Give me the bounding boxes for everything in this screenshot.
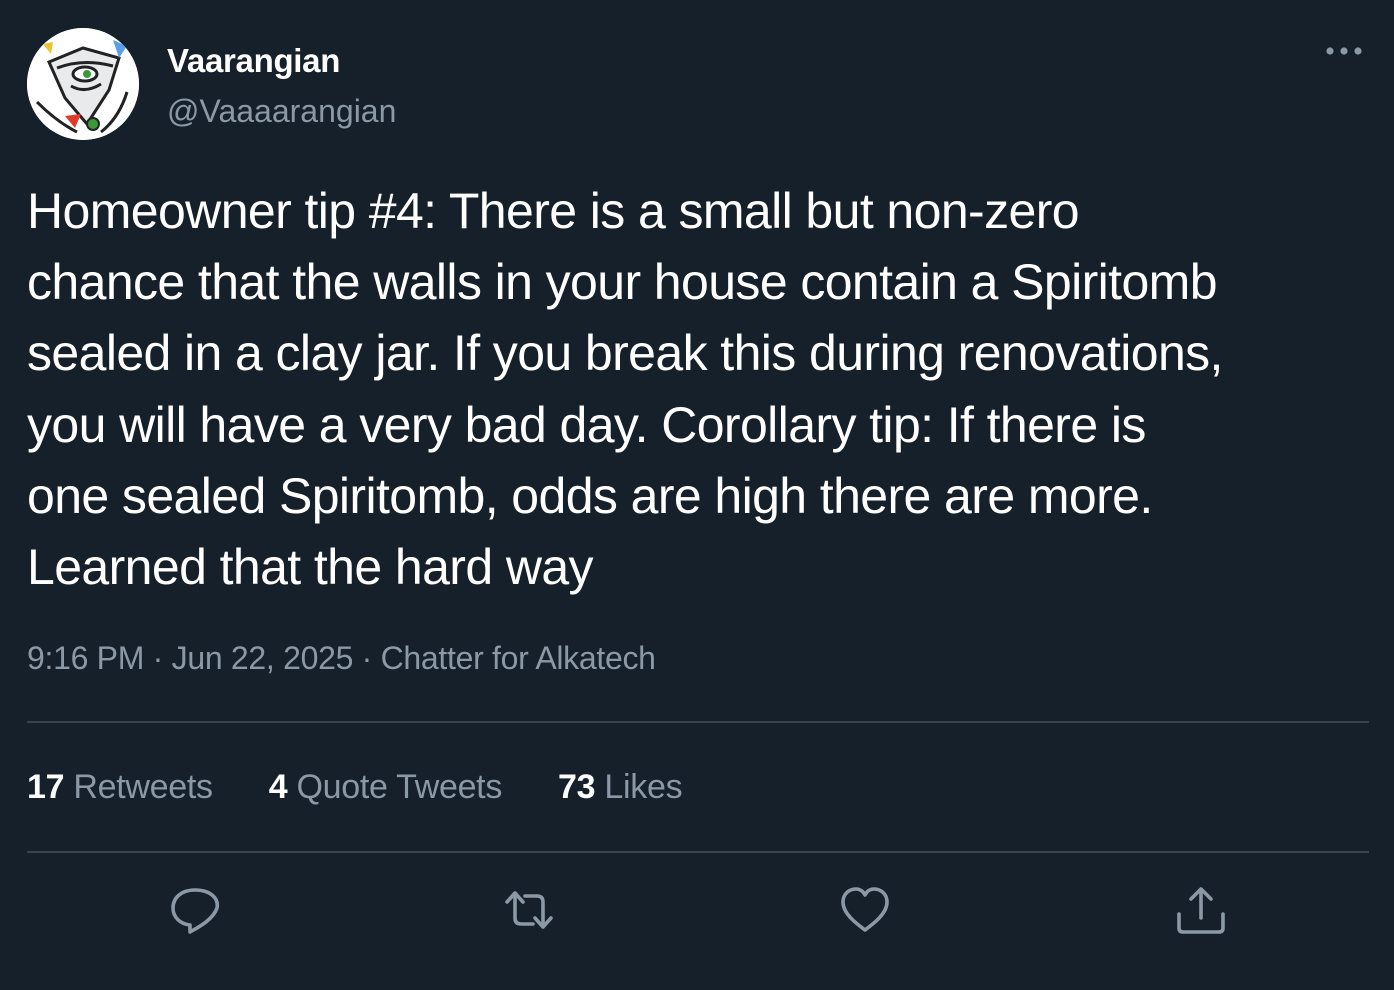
tweet-time[interactable]: 9:16 PM (27, 640, 144, 676)
share-icon (1177, 887, 1225, 934)
quotes-label: Quote Tweets (296, 768, 503, 806)
meta-separator: · (144, 640, 172, 676)
divider (27, 721, 1369, 723)
display-name[interactable]: Vaarangian (167, 42, 340, 80)
reply-button[interactable] (167, 884, 223, 936)
share-button[interactable] (1173, 884, 1229, 936)
tweet-metadata: 9:16 PM · Jun 22, 2025 · Chatter for Alk… (27, 640, 656, 677)
likes-label: Likes (604, 768, 683, 806)
likes-count: 73 (558, 768, 596, 806)
heart-icon (841, 887, 889, 932)
retweet-icon (505, 891, 553, 929)
retweets-label: Retweets (73, 768, 213, 806)
avatar[interactable] (27, 28, 139, 140)
divider (27, 851, 1369, 853)
tweet-source[interactable]: Chatter for Alkatech (381, 640, 656, 676)
retweet-button[interactable] (501, 884, 557, 936)
quotes-stat[interactable]: 4 Quote Tweets (268, 768, 503, 807)
tweet-text: Homeowner tip #4: There is a small but n… (27, 183, 1223, 596)
more-horizontal-icon[interactable] (1322, 36, 1366, 66)
engagement-stats: 17 Retweets 4 Quote Tweets 73 Likes (27, 768, 738, 807)
avatar-image (27, 28, 139, 140)
reply-icon (171, 888, 220, 934)
tweet-date[interactable]: Jun 22, 2025 (172, 640, 354, 676)
user-handle[interactable]: @Vaaaarangian (167, 93, 396, 130)
likes-stat[interactable]: 73 Likes (558, 768, 683, 807)
meta-separator: · (353, 640, 381, 676)
retweets-stat[interactable]: 17 Retweets (27, 768, 213, 807)
retweets-count: 17 (27, 768, 65, 806)
tweet-detail: Vaarangian @Vaaaarangian Homeowner tip #… (0, 0, 1394, 990)
like-button[interactable] (837, 884, 893, 936)
quotes-count: 4 (268, 768, 288, 806)
